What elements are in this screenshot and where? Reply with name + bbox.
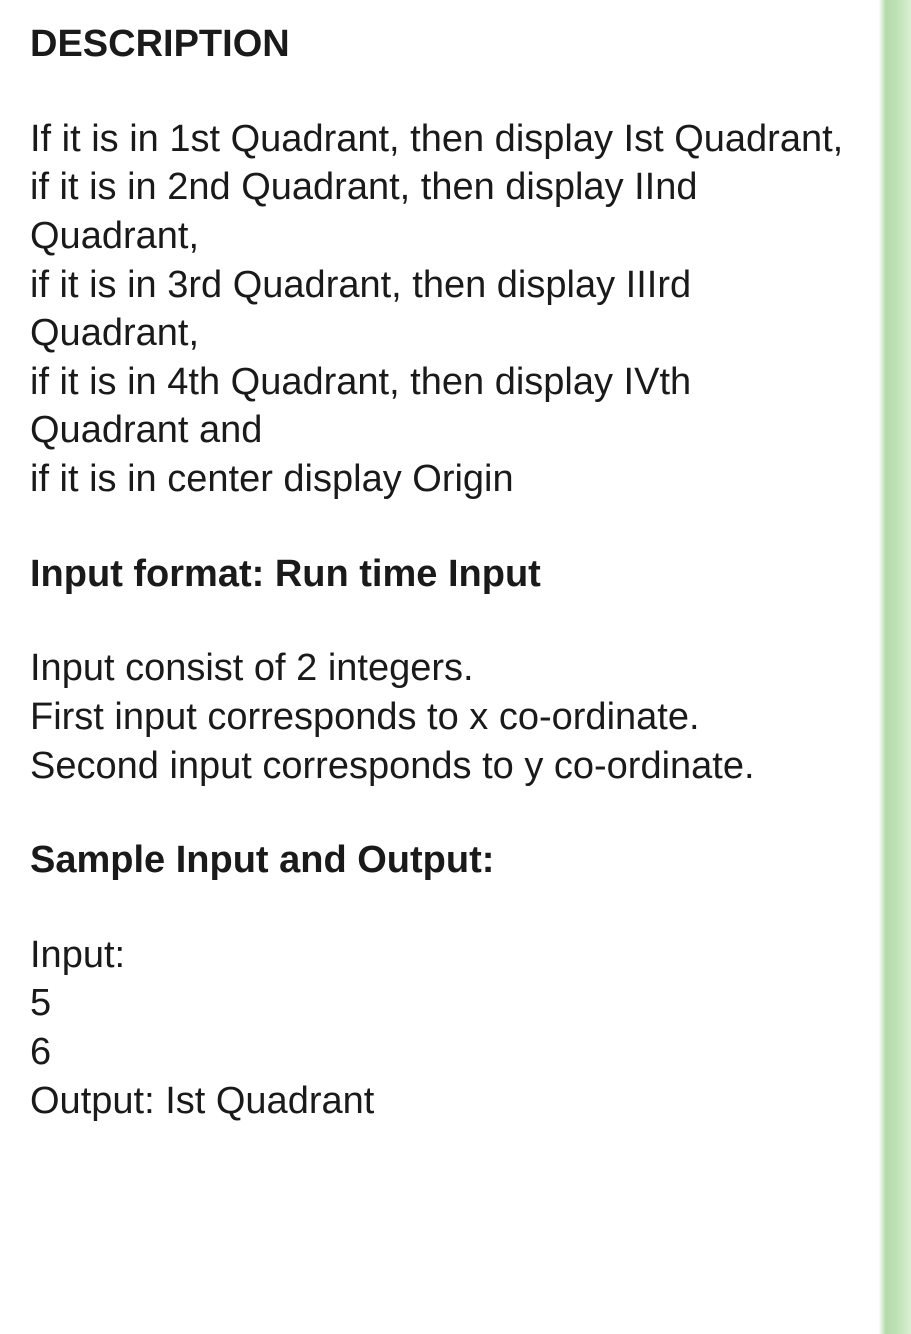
rule-line-3: if it is in 3rd Quadrant, then display I… (30, 261, 845, 358)
sample-input-x: 5 (30, 979, 845, 1028)
document-page: DESCRIPTION If it is in 1st Quadrant, th… (0, 0, 875, 1334)
description-heading: DESCRIPTION (30, 20, 845, 69)
sample-output-line: Output: Ist Quadrant (30, 1077, 845, 1126)
sample-block: Input: 5 6 Output: Ist Quadrant (30, 931, 845, 1126)
rules-paragraph: If it is in 1st Quadrant, then display I… (30, 115, 845, 504)
input-detail-line-1: Input consist of 2 integers. (30, 644, 845, 693)
rule-line-5: if it is in center display Origin (30, 455, 845, 504)
rule-line-4: if it is in 4th Quadrant, then display I… (30, 358, 845, 455)
sample-input-y: 6 (30, 1028, 845, 1077)
sample-input-label: Input: (30, 931, 845, 980)
rule-line-2: if it is in 2nd Quadrant, then display I… (30, 163, 845, 260)
input-details-paragraph: Input consist of 2 integers. First input… (30, 644, 845, 790)
sample-heading: Sample Input and Output: (30, 836, 845, 885)
right-edge-decoration (875, 0, 911, 1334)
rule-line-1: If it is in 1st Quadrant, then display I… (30, 115, 845, 164)
input-detail-line-3: Second input corresponds to y co-ordinat… (30, 742, 845, 791)
input-detail-line-2: First input corresponds to x co-ordinate… (30, 693, 845, 742)
input-format-heading: Input format: Run time Input (30, 550, 845, 599)
